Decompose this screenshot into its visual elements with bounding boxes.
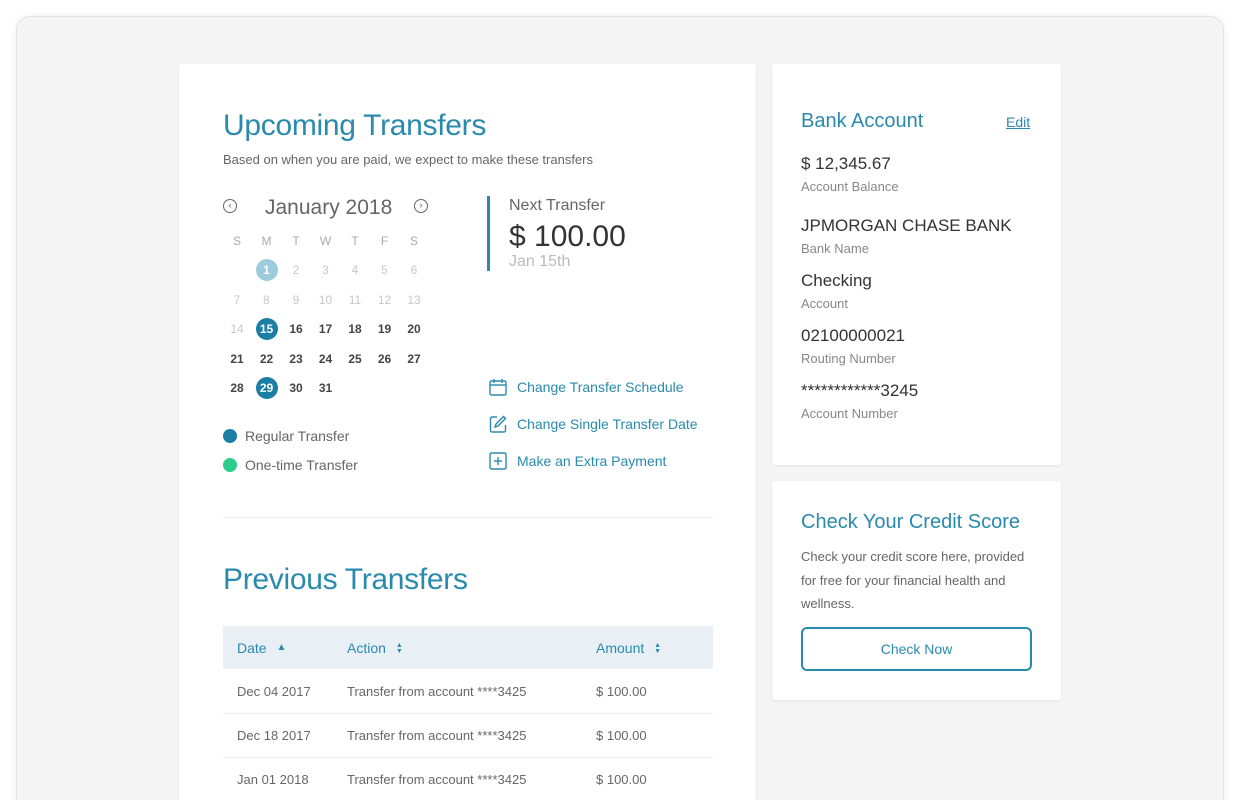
sort-icon: ▲ ▼ xyxy=(395,642,403,656)
calendar-day[interactable]: 22 xyxy=(256,348,278,370)
routing-number-label: Routing Number xyxy=(801,351,896,366)
calendar-day[interactable]: 31 xyxy=(315,377,337,399)
row-2-action: Transfer from account ****3425 xyxy=(347,728,527,743)
account-type-label: Account xyxy=(801,296,848,311)
make-extra-payment-label: Make an Extra Payment xyxy=(517,453,667,469)
bank-account-title: Bank Account xyxy=(801,110,924,132)
bank-name-value: JPMORGAN CHASE BANK xyxy=(801,216,1012,235)
account-balance-value: $ 12,345.67 xyxy=(801,154,891,173)
weekday-label: T xyxy=(351,234,359,248)
calendar-icon xyxy=(489,379,507,396)
calendar-day[interactable]: 27 xyxy=(403,348,425,370)
calendar-day[interactable]: 14 xyxy=(226,318,248,340)
row-1-action: Transfer from account ****3425 xyxy=(347,684,527,699)
row-3-action: Transfer from account ****3425 xyxy=(347,772,527,787)
calendar-day[interactable]: 9 xyxy=(285,289,307,311)
previous-transfers-title: Previous Transfers xyxy=(223,563,468,596)
next-transfer-amount: $ 100.00 xyxy=(509,220,626,253)
calendar-day[interactable]: 13 xyxy=(403,289,425,311)
row-1-amount: $ 100.00 xyxy=(596,684,647,699)
calendar-day[interactable]: 23 xyxy=(285,348,307,370)
weekday-label: T xyxy=(292,234,300,248)
calendar-day[interactable]: 6 xyxy=(403,259,425,281)
row-divider xyxy=(223,713,713,714)
sort-icon: ▲ ▼ xyxy=(654,642,662,656)
plus-square-icon xyxy=(489,452,507,470)
calendar-day[interactable]: 12 xyxy=(374,289,396,311)
calendar-day[interactable]: 24 xyxy=(315,348,337,370)
calendar-day[interactable]: 4 xyxy=(344,259,366,281)
calendar-day[interactable]: 29 xyxy=(255,377,278,399)
row-divider xyxy=(223,757,713,758)
routing-number-value: 02100000021 xyxy=(801,326,906,345)
regular-transfer-dot-icon xyxy=(223,429,237,443)
credit-score-description: Check your credit score here, provided f… xyxy=(801,549,1025,611)
calendar-day[interactable]: 5 xyxy=(374,259,396,281)
upcoming-transfers-subtitle: Based on when you are paid, we expect to… xyxy=(223,152,593,167)
column-amount[interactable]: Amount ▲ ▼ xyxy=(596,640,661,656)
calendar-day[interactable]: 16 xyxy=(285,318,307,340)
check-now-button[interactable]: Check Now xyxy=(801,627,1032,671)
calendar-day[interactable]: 2 xyxy=(285,259,307,281)
weekday-label: F xyxy=(380,234,389,248)
calendar-day[interactable]: 8 xyxy=(256,289,278,311)
legend-regular: Regular Transfer xyxy=(245,428,350,444)
next-transfer-bar xyxy=(487,196,490,271)
calendar-day[interactable]: 11 xyxy=(344,289,366,311)
calendar-day[interactable]: 10 xyxy=(315,289,337,311)
account-balance-label: Account Balance xyxy=(801,179,899,194)
calendar-day[interactable]: 30 xyxy=(285,377,307,399)
calendar-day[interactable]: 26 xyxy=(374,348,396,370)
bank-name-label: Bank Name xyxy=(801,241,869,256)
calendar-month: January 2018 xyxy=(265,196,393,219)
next-transfer-date: Jan 15th xyxy=(509,253,571,270)
calendar-day[interactable]: 15 xyxy=(255,318,278,340)
row-3-amount: $ 100.00 xyxy=(596,772,647,787)
calendar-day[interactable]: 1 xyxy=(255,259,278,281)
legend-onetime: One-time Transfer xyxy=(245,457,358,473)
table-header: Date ▲ Action ▲ ▼ Amount ▲ ▼ xyxy=(223,626,713,669)
next-month-icon[interactable]: › xyxy=(414,199,428,213)
calendar-day[interactable]: 17 xyxy=(315,318,337,340)
calendar-day[interactable]: 18 xyxy=(344,318,366,340)
edit-bank-link[interactable]: Edit xyxy=(1006,114,1030,130)
account-type-value: Checking xyxy=(801,271,872,290)
calendar-day[interactable]: 21 xyxy=(226,348,248,370)
weekday-label: W xyxy=(319,234,332,248)
calendar-day[interactable]: 3 xyxy=(315,259,337,281)
weekday-label: S xyxy=(232,234,241,248)
calendar-day[interactable]: 25 xyxy=(344,348,366,370)
column-action[interactable]: Action ▲ ▼ xyxy=(347,640,403,656)
section-divider xyxy=(223,517,713,518)
next-transfer-label: Next Transfer xyxy=(509,197,606,214)
weekday-label: M xyxy=(261,234,272,248)
edit-icon xyxy=(489,415,507,433)
row-2-amount: $ 100.00 xyxy=(596,728,647,743)
upcoming-transfers-title: Upcoming Transfers xyxy=(223,109,487,142)
account-number-value: ************3245 xyxy=(801,381,919,400)
column-date[interactable]: Date ▲ xyxy=(237,640,286,656)
credit-score-title: Check Your Credit Score xyxy=(801,511,1021,533)
calendar-day[interactable]: 7 xyxy=(226,289,248,311)
change-single-transfer-date-label: Change Single Transfer Date xyxy=(517,416,698,432)
row-3-date: Jan 01 2018 xyxy=(237,772,309,787)
weekday-label: S xyxy=(409,234,418,248)
onetime-transfer-dot-icon xyxy=(223,458,237,472)
row-2-date: Dec 18 2017 xyxy=(237,728,311,743)
sort-asc-icon: ▲ xyxy=(276,642,287,653)
calendar-day[interactable]: 19 xyxy=(374,318,396,340)
calendar-day[interactable]: 28 xyxy=(226,377,248,399)
account-number-label: Account Number xyxy=(801,406,898,421)
change-single-transfer-date-link[interactable]: Change Single Transfer Date xyxy=(488,414,698,434)
change-transfer-schedule-label: Change Transfer Schedule xyxy=(517,379,684,395)
change-transfer-schedule-link[interactable]: Change Transfer Schedule xyxy=(488,377,684,397)
calendar-day[interactable]: 20 xyxy=(403,318,425,340)
row-1-date: Dec 04 2017 xyxy=(237,684,311,699)
prev-month-icon[interactable]: ‹ xyxy=(223,199,237,213)
make-extra-payment-link[interactable]: Make an Extra Payment xyxy=(488,451,666,471)
